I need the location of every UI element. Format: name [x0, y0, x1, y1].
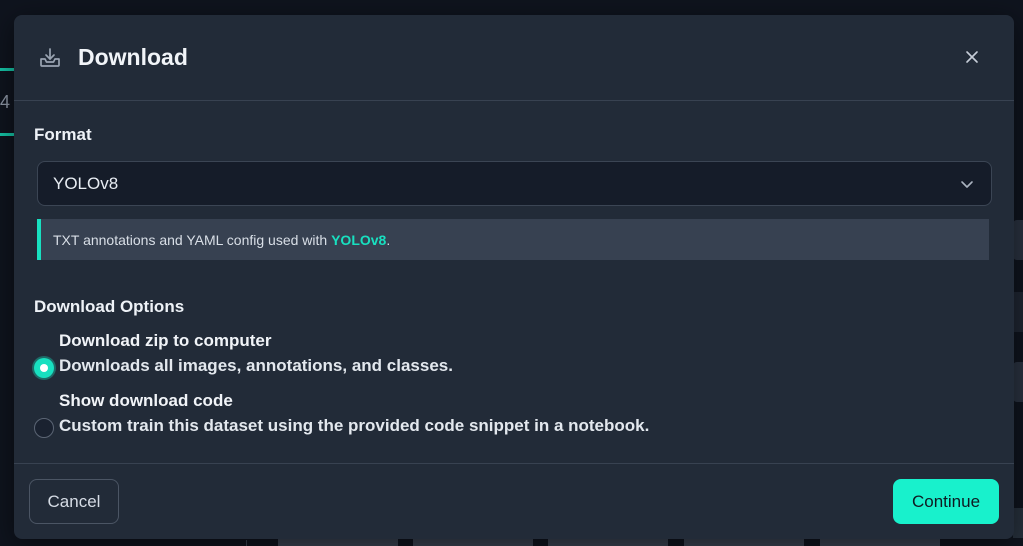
chevron-down-icon	[959, 176, 975, 192]
background-tab-indicator	[0, 133, 14, 136]
background-card	[548, 538, 668, 546]
background-tab-number: 4	[0, 92, 11, 112]
option-zip-title: Download zip to computer	[59, 331, 272, 350]
option-code-title: Show download code	[59, 391, 233, 410]
option-code-description: Custom train this dataset using the prov…	[59, 416, 650, 435]
close-icon	[965, 50, 979, 69]
dialog-title: Download	[78, 44, 188, 70]
background-card	[684, 538, 804, 546]
option-code-radio[interactable]	[34, 418, 54, 438]
download-tray-icon	[38, 46, 62, 70]
option-zip-radio[interactable]	[34, 358, 54, 378]
format-info-suffix: .	[386, 231, 391, 248]
background-tab-indicator	[0, 68, 14, 71]
background-card	[413, 538, 533, 546]
format-info-box: TXT annotations and YAML config used wit…	[37, 219, 989, 260]
background-element	[1013, 292, 1023, 332]
close-button[interactable]	[958, 45, 986, 73]
continue-button[interactable]: Continue	[893, 479, 999, 524]
background-element	[1013, 362, 1023, 402]
format-info-text: TXT annotations and YAML config used wit…	[53, 231, 332, 248]
format-info-highlight: YOLOv8	[331, 231, 387, 248]
format-selected-value: YOLOv8	[53, 173, 119, 193]
background-element	[1013, 508, 1023, 538]
download-options-label: Download Options	[34, 297, 185, 316]
dialog-header: Download	[14, 15, 1014, 101]
background-card	[278, 538, 398, 546]
format-select[interactable]: YOLOv8	[37, 161, 992, 206]
background-card	[820, 538, 940, 546]
download-dialog: Download Format YOLOv8 TXT annotations a…	[14, 15, 1014, 539]
background-element	[1013, 220, 1023, 260]
format-label: Format	[34, 125, 92, 144]
background-divider	[246, 540, 247, 546]
option-zip-description: Downloads all images, annotations, and c…	[59, 356, 453, 375]
dialog-footer-divider	[14, 463, 1014, 464]
cancel-button[interactable]: Cancel	[29, 479, 119, 524]
